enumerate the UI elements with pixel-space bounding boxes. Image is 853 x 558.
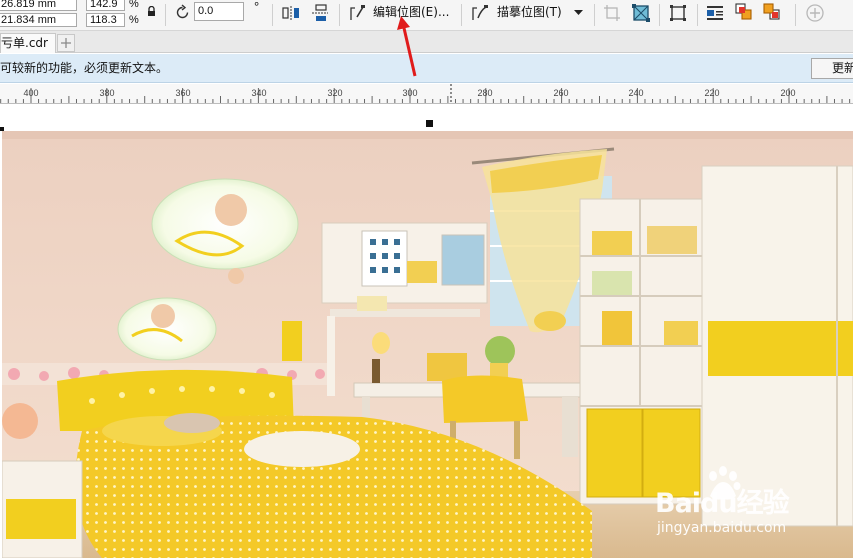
ruler-label: 200 [780,88,796,98]
object-width-field[interactable]: 26.819 mm [0,0,77,11]
update-notice-bar: 可较新的功能，必须更新文本。 更新 [0,54,853,83]
mirror-horizontal-icon[interactable] [282,5,300,21]
toolbar-separator [339,4,340,26]
wrap-text-icon[interactable] [706,4,724,22]
ruler-label: 400 [23,88,39,98]
scale-x-unit: % [129,0,139,10]
rotate-icon [176,4,189,19]
lock-icon[interactable] [147,6,156,17]
mirror-vertical-icon[interactable] [311,4,329,22]
ruler-label: 280 [477,88,493,98]
ruler-label: 300 [402,88,418,98]
ruler-label: 240 [628,88,644,98]
add-icon[interactable] [805,3,825,23]
scale-y-unit: % [129,14,139,26]
toolbar-separator [272,4,273,26]
toolbar-separator [461,4,462,26]
document-tab[interactable]: 亏单.cdr [0,33,56,53]
plus-icon [61,38,71,48]
rotation-angle-field[interactable]: 0.0 [194,2,244,21]
trace-bitmap-button[interactable]: 描摹位图(T) [497,5,562,19]
ruler-label: 340 [251,88,267,98]
object-height-field[interactable]: 21.834 mm [0,13,77,27]
resample-icon[interactable] [631,3,651,23]
update-text-button[interactable]: 更新 [811,58,853,79]
notice-message: 可较新的功能，必须更新文本。 [0,61,169,75]
toolbar-separator [659,4,660,26]
ruler-label: 220 [704,88,720,98]
degree-unit: ° [254,0,260,14]
ruler-label: 260 [553,88,569,98]
to-back-icon[interactable] [763,3,782,22]
ruler-label: 380 [99,88,115,98]
selection-handle-top[interactable] [426,120,433,127]
horizontal-ruler[interactable]: 400 380 360 340 320 300 280 260 240 220 … [0,84,853,104]
watermark-brand: Baidu经验 [655,488,790,519]
document-tab-bar: 亏单.cdr [0,31,853,53]
ruler-label: 320 [327,88,343,98]
annotation-arrow-icon [397,16,417,77]
to-front-icon[interactable] [735,3,754,22]
ruler-label: 360 [175,88,191,98]
ruler-ticks [0,84,851,103]
document-tab-title: 亏单.cdr [1,36,48,50]
trace-bitmap-icon[interactable] [471,4,489,22]
toolbar-separator [165,4,166,26]
dropdown-arrow-icon[interactable] [574,10,583,16]
scale-x-field[interactable]: 142.9 [86,0,125,11]
watermark-url: jingyan.baidu.com [657,520,787,536]
update-text-button-label: 更新 [832,61,853,75]
scale-y-field[interactable]: 118.3 [86,13,125,27]
toolbar-separator [697,4,698,26]
property-bar: 26.819 mm 21.834 mm 142.9 118.3 % % 0.0 … [0,0,853,31]
crop-bitmap-icon[interactable] [603,4,621,22]
bitmap-frame-icon[interactable] [669,4,687,22]
new-document-tab-button[interactable] [57,34,75,52]
toolbar-separator [795,4,796,26]
toolbar-separator [594,4,595,26]
edit-bitmap-icon[interactable] [349,4,367,22]
